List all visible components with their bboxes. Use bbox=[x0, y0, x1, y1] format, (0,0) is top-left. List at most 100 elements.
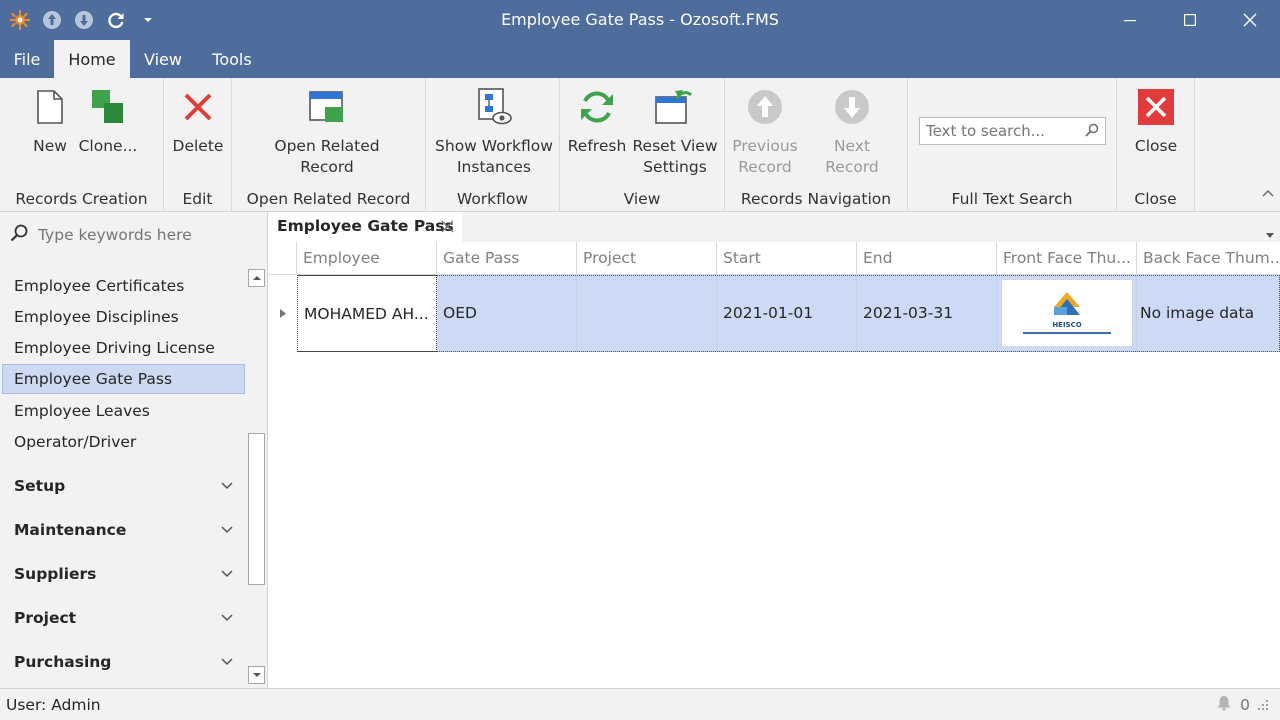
close-button[interactable]: Close bbox=[1126, 86, 1186, 157]
document-tab-employee-gate-pass[interactable]: Employee Gate Pass bbox=[269, 212, 462, 242]
maximize-button[interactable] bbox=[1160, 0, 1220, 40]
close-icon bbox=[1136, 86, 1176, 128]
column-header-gate-pass[interactable]: Gate Pass bbox=[437, 242, 577, 275]
nav-item-employee-driving-license[interactable]: Employee Driving License bbox=[2, 333, 245, 363]
ribbon-group-view: Refresh Reset View Settings View bbox=[560, 78, 725, 212]
cell-gate-pass[interactable]: OED bbox=[437, 275, 577, 352]
chevron-down-icon bbox=[220, 559, 234, 599]
row-indicator-icon bbox=[269, 275, 297, 352]
arabic-caption bbox=[1023, 331, 1111, 334]
nav-group-purchasing[interactable]: Purchasing bbox=[14, 647, 234, 677]
row-indicator-header bbox=[269, 242, 297, 275]
menu-tab-file[interactable]: File bbox=[0, 40, 54, 78]
cell-front-face-thumbnail[interactable]: HEISCO bbox=[997, 275, 1137, 352]
records-grid: Employee Gate Pass Project Start End Fro… bbox=[269, 242, 1280, 688]
status-user: User: Admin bbox=[6, 696, 101, 714]
clone-icon bbox=[88, 86, 128, 128]
logo-text: HEISCO bbox=[1052, 320, 1082, 329]
ribbon-group-navigation: Previous Record Next Record Records Navi… bbox=[725, 78, 908, 212]
arrow-down-circle-icon bbox=[832, 86, 872, 128]
column-header-front-face[interactable]: Front Face Thu... bbox=[997, 242, 1137, 275]
reset-view-settings-button[interactable]: Reset View Settings bbox=[632, 86, 718, 178]
cell-employee[interactable]: MOHAMED AH... bbox=[297, 275, 437, 352]
nav-group-label: Project bbox=[14, 609, 77, 627]
nav-group-suppliers[interactable]: Suppliers bbox=[14, 559, 234, 589]
next-record-button[interactable]: Next Record bbox=[805, 86, 899, 178]
scroll-thumb[interactable] bbox=[248, 433, 265, 585]
cell-project[interactable] bbox=[577, 275, 717, 352]
full-text-search-box[interactable] bbox=[919, 117, 1106, 145]
reset-view-icon bbox=[655, 86, 695, 128]
nav-group-project[interactable]: Project bbox=[14, 603, 234, 633]
workflow-icon bbox=[474, 86, 514, 128]
notification-count: 0 bbox=[1240, 696, 1250, 714]
search-icon bbox=[10, 224, 28, 246]
ribbon-group-workflow: Show Workflow Instances Workflow bbox=[426, 78, 560, 212]
ribbon-group-search: Full Text Search bbox=[908, 78, 1117, 212]
chevron-down-icon bbox=[220, 515, 234, 555]
window-title: Employee Gate Pass - Ozosoft.FMS bbox=[501, 10, 779, 29]
nav-item-employee-certificates[interactable]: Employee Certificates bbox=[2, 271, 245, 301]
ribbon-group-records-creation: New Clone... Records Creation bbox=[0, 78, 164, 212]
nav-group-label: Maintenance bbox=[14, 521, 127, 539]
nav-group-label: Suppliers bbox=[14, 565, 97, 583]
nav-scrollbar[interactable] bbox=[247, 269, 266, 687]
menu-bar: File Home View Tools bbox=[0, 40, 1280, 78]
navigation-pane: Employee Certificates Employee Disciplin… bbox=[0, 212, 268, 688]
nav-item-operator-driver[interactable]: Operator/Driver bbox=[2, 427, 245, 457]
chevron-down-icon bbox=[220, 647, 234, 687]
menu-tab-tools[interactable]: Tools bbox=[196, 40, 268, 78]
title-bar: Employee Gate Pass - Ozosoft.FMS bbox=[0, 0, 1280, 40]
search-icon[interactable] bbox=[1085, 123, 1099, 141]
menu-tab-home[interactable]: Home bbox=[54, 40, 130, 78]
cell-back-face-thumbnail[interactable]: No image data bbox=[1137, 275, 1280, 352]
open-related-record-button[interactable]: Open Related Record bbox=[267, 86, 387, 178]
close-tab-icon[interactable] bbox=[441, 219, 454, 237]
refresh-button[interactable]: Refresh bbox=[568, 86, 626, 157]
nav-search[interactable] bbox=[10, 224, 238, 246]
previous-record-button[interactable]: Previous Record bbox=[732, 86, 798, 178]
bell-icon bbox=[1216, 695, 1232, 715]
nav-group-label: Purchasing bbox=[14, 653, 112, 671]
notifications[interactable]: 0 bbox=[1216, 695, 1268, 715]
document-tab-label: Employee Gate Pass bbox=[277, 217, 454, 235]
nav-group-maintenance[interactable]: Maintenance bbox=[14, 515, 234, 545]
heisco-logo-icon bbox=[1054, 291, 1080, 315]
chevron-down-icon bbox=[220, 603, 234, 643]
ribbon-group-open-related: Open Related Record Open Related Record bbox=[232, 78, 426, 212]
nav-item-employee-gate-pass[interactable]: Employee Gate Pass bbox=[2, 364, 245, 394]
clone-button[interactable]: Clone... bbox=[78, 86, 138, 157]
cell-end[interactable]: 2021-03-31 bbox=[857, 275, 997, 352]
ribbon-group-edit: Delete Edit bbox=[164, 78, 232, 212]
nav-item-employee-disciplines[interactable]: Employee Disciplines bbox=[2, 302, 245, 332]
full-text-search-input[interactable] bbox=[920, 118, 1080, 144]
scroll-down-button[interactable] bbox=[248, 666, 265, 684]
new-document-icon bbox=[30, 86, 70, 128]
collapse-ribbon-icon[interactable] bbox=[1262, 183, 1274, 201]
delete-icon bbox=[178, 86, 218, 128]
delete-button[interactable]: Delete bbox=[170, 86, 226, 157]
resize-grip-icon[interactable] bbox=[1258, 696, 1268, 714]
menu-tab-view[interactable]: View bbox=[130, 40, 196, 78]
close-window-button[interactable] bbox=[1220, 0, 1280, 40]
status-bar: User: Admin 0 bbox=[0, 688, 1280, 720]
nav-item-employee-leaves[interactable]: Employee Leaves bbox=[2, 396, 245, 426]
column-header-employee[interactable]: Employee bbox=[297, 242, 437, 275]
nav-group-setup[interactable]: Setup bbox=[14, 471, 234, 501]
scroll-up-button[interactable] bbox=[248, 269, 265, 287]
cell-start[interactable]: 2021-01-01 bbox=[717, 275, 857, 352]
show-workflow-instances-button[interactable]: Show Workflow Instances bbox=[433, 86, 555, 178]
column-header-start[interactable]: Start bbox=[717, 242, 857, 275]
open-related-icon bbox=[307, 86, 347, 128]
grid-header: Employee Gate Pass Project Start End Fro… bbox=[269, 242, 1280, 275]
ribbon: New Clone... Records Creation Delete Edi… bbox=[0, 78, 1280, 212]
column-header-back-face[interactable]: Back Face Thum... bbox=[1137, 242, 1280, 275]
minimize-button[interactable] bbox=[1100, 0, 1160, 40]
column-header-end[interactable]: End bbox=[857, 242, 997, 275]
new-button[interactable]: New bbox=[28, 86, 72, 157]
tab-list-dropdown-icon[interactable] bbox=[1266, 224, 1274, 242]
column-header-project[interactable]: Project bbox=[577, 242, 717, 275]
nav-search-input[interactable] bbox=[38, 226, 238, 244]
table-row[interactable]: MOHAMED AH... OED 2021-01-01 2021-03-31 … bbox=[269, 275, 1280, 352]
refresh-icon bbox=[577, 86, 617, 128]
